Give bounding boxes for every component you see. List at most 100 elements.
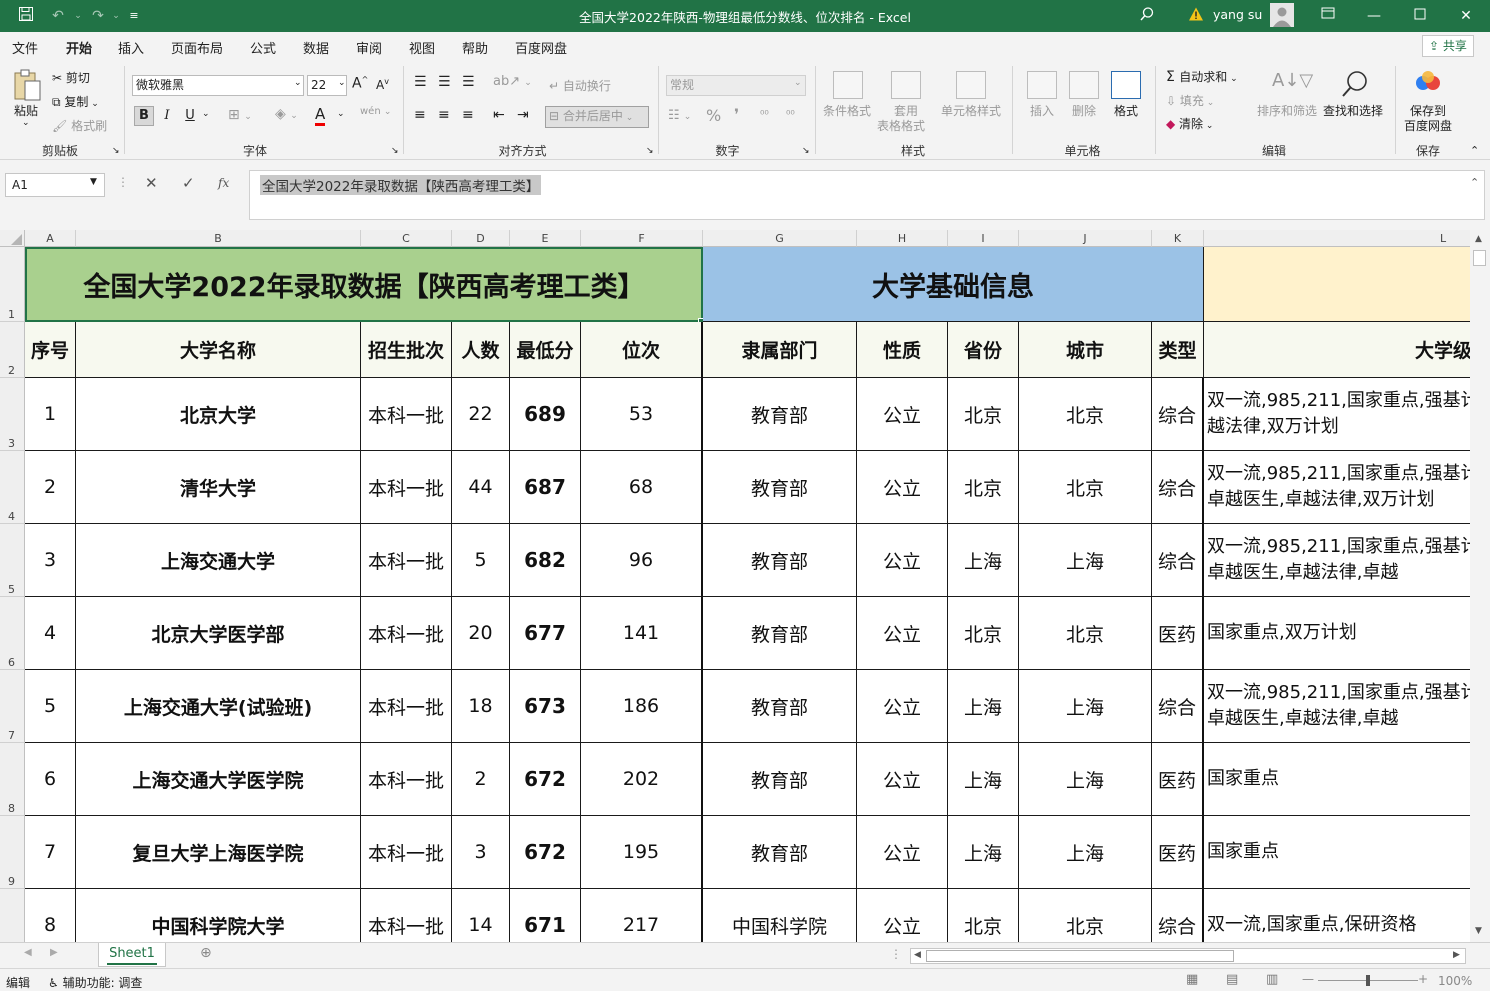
- column-header-b[interactable]: B: [76, 230, 361, 247]
- cell-nature[interactable]: 公立: [857, 524, 948, 597]
- cell-seq[interactable]: 1: [25, 378, 76, 451]
- cell-count[interactable]: 22: [452, 378, 510, 451]
- font-size-dropdown-icon[interactable]: ⌄: [338, 78, 346, 88]
- column-header-d[interactable]: D: [452, 230, 510, 247]
- comma-style-icon[interactable]: ❜: [734, 105, 739, 124]
- row-header[interactable]: 7: [0, 670, 25, 743]
- cell-batch[interactable]: 本科一批: [361, 451, 452, 524]
- ribbon-display-icon[interactable]: [1318, 6, 1338, 26]
- align-right-icon[interactable]: ≡: [462, 107, 474, 123]
- vertical-scroll-thumb[interactable]: [1473, 250, 1486, 266]
- cell-min-score[interactable]: 671: [510, 889, 581, 942]
- tab-file[interactable]: 文件: [12, 38, 38, 57]
- close-icon[interactable]: ✕: [1456, 6, 1476, 26]
- horizontal-scrollbar[interactable]: ◀ ▶: [910, 948, 1466, 964]
- column-header-a[interactable]: A: [25, 230, 76, 247]
- column-header-c[interactable]: C: [361, 230, 452, 247]
- cell-seq[interactable]: 2: [25, 451, 76, 524]
- tab-view[interactable]: 视图: [409, 38, 435, 57]
- cell-rank[interactable]: 202: [581, 743, 703, 816]
- header-department[interactable]: 隶属部门: [703, 322, 857, 378]
- horizontal-scroll-thumb[interactable]: [926, 950, 1234, 962]
- header-university[interactable]: 大学名称: [76, 322, 361, 378]
- save-icon[interactable]: [16, 6, 36, 26]
- format-table-icon[interactable]: [891, 71, 921, 99]
- scroll-left-icon[interactable]: ◀: [914, 950, 921, 960]
- top-align-icon[interactable]: ☰: [414, 74, 427, 90]
- sort-filter-button[interactable]: 排序和筛选: [1257, 102, 1317, 119]
- prev-sheet-icon[interactable]: ◀: [24, 947, 32, 958]
- cell-department[interactable]: 教育部: [703, 524, 857, 597]
- paste-button[interactable]: 粘贴: [14, 102, 38, 119]
- worksheet-grid[interactable]: A B C D E F G H I J K L 1 2 345678910 全国…: [0, 230, 1470, 942]
- cell-city[interactable]: 上海: [1019, 524, 1152, 597]
- cell-city[interactable]: 北京: [1019, 889, 1152, 942]
- banner-far[interactable]: [1204, 247, 1470, 322]
- header-seq[interactable]: 序号: [25, 322, 76, 378]
- customize-toolbar-icon[interactable]: ≡: [124, 6, 144, 26]
- cell-type[interactable]: 综合: [1152, 524, 1204, 597]
- cell-seq[interactable]: 4: [25, 597, 76, 670]
- search-icon[interactable]: [1137, 6, 1157, 26]
- cell-department[interactable]: 教育部: [703, 597, 857, 670]
- vertical-scrollbar[interactable]: ▲ ▼: [1470, 230, 1490, 942]
- fill-color-icon[interactable]: ◈ ⌄: [275, 106, 298, 122]
- cell-count[interactable]: 3: [452, 816, 510, 889]
- cell-seq[interactable]: 6: [25, 743, 76, 816]
- tab-home[interactable]: 开始: [66, 38, 93, 63]
- cell-count[interactable]: 14: [452, 889, 510, 942]
- cell-university[interactable]: 中国科学院大学: [76, 889, 361, 942]
- cell-level[interactable]: 国家重点: [1204, 816, 1470, 889]
- cell-city[interactable]: 上海: [1019, 743, 1152, 816]
- paste-dropdown-icon[interactable]: ⌄: [22, 118, 30, 128]
- cell-batch[interactable]: 本科一批: [361, 743, 452, 816]
- cell-styles-icon[interactable]: [956, 71, 986, 99]
- font-color-icon[interactable]: A: [315, 105, 326, 126]
- column-header-j[interactable]: J: [1019, 230, 1152, 247]
- page-layout-view-icon[interactable]: ▤: [1226, 972, 1238, 987]
- row-header[interactable]: 1: [0, 247, 25, 322]
- increase-decimal-icon[interactable]: ⁰⁰: [760, 108, 769, 121]
- font-color-dropdown-icon[interactable]: ⌄: [337, 109, 345, 119]
- minimize-icon[interactable]: —: [1364, 6, 1384, 26]
- number-launcher-icon[interactable]: ↘: [802, 146, 810, 156]
- save-to-netdisk-line2[interactable]: 百度网盘: [1404, 117, 1452, 134]
- underline-button[interactable]: U: [180, 106, 200, 126]
- cell-level[interactable]: 双一流,985,211,国家重点,强基计划,卓越工程师,卓越医生,卓越法律,双万…: [1204, 451, 1470, 524]
- cell-university[interactable]: 复旦大学上海医学院: [76, 816, 361, 889]
- cell-province[interactable]: 北京: [948, 597, 1019, 670]
- cell-rank[interactable]: 195: [581, 816, 703, 889]
- tab-insert[interactable]: 插入: [118, 38, 144, 57]
- tab-review[interactable]: 审阅: [356, 38, 382, 57]
- cell-batch[interactable]: 本科一批: [361, 889, 452, 942]
- cell-count[interactable]: 44: [452, 451, 510, 524]
- delete-cells-icon[interactable]: [1069, 71, 1099, 99]
- header-min-score[interactable]: 最低分: [510, 322, 581, 378]
- tab-page-layout[interactable]: 页面布局: [171, 38, 223, 57]
- cell-department[interactable]: 教育部: [703, 816, 857, 889]
- cell-type[interactable]: 医药: [1152, 597, 1204, 670]
- cell-type[interactable]: 综合: [1152, 378, 1204, 451]
- align-center-icon[interactable]: ≡: [438, 107, 450, 123]
- scroll-up-icon[interactable]: ▲: [1475, 234, 1482, 244]
- cell-type[interactable]: 综合: [1152, 889, 1204, 942]
- delete-cells-button[interactable]: 删除: [1072, 102, 1096, 119]
- enter-formula-icon[interactable]: ✓: [182, 174, 195, 192]
- zoom-level[interactable]: 100%: [1438, 974, 1472, 988]
- cell-province[interactable]: 北京: [948, 889, 1019, 942]
- row-header[interactable]: 2: [0, 322, 25, 378]
- scroll-down-icon[interactable]: ▼: [1475, 926, 1482, 936]
- name-box-dropdown-icon[interactable]: ▼: [90, 177, 97, 187]
- cell-nature[interactable]: 公立: [857, 816, 948, 889]
- insert-function-icon[interactable]: fx: [218, 176, 229, 190]
- column-header-g[interactable]: G: [703, 230, 857, 247]
- normal-view-icon[interactable]: ▦: [1186, 972, 1198, 987]
- column-header-i[interactable]: I: [948, 230, 1019, 247]
- cell-nature[interactable]: 公立: [857, 889, 948, 942]
- cell-university[interactable]: 上海交通大学医学院: [76, 743, 361, 816]
- tab-split-handle[interactable]: ⋮: [890, 947, 902, 961]
- cell-count[interactable]: 20: [452, 597, 510, 670]
- italic-button[interactable]: I: [157, 106, 177, 126]
- baidu-netdisk-icon[interactable]: [1414, 70, 1442, 99]
- cell-department[interactable]: 中国科学院: [703, 889, 857, 942]
